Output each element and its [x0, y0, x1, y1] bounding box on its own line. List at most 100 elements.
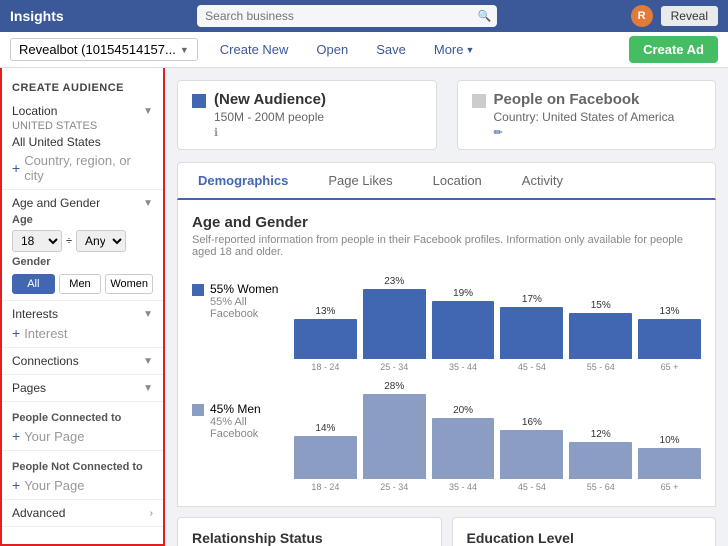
- women-legend: 55% Women 55% All Facebook: [192, 272, 282, 320]
- interest-add[interactable]: + Interest: [12, 325, 153, 341]
- people-on-fb-card: People on Facebook Country: United State…: [457, 80, 717, 150]
- chevron-right-icon: ›: [150, 508, 153, 519]
- location-label: Location: [12, 104, 57, 118]
- bar-label: 65 +: [661, 482, 679, 492]
- bar: [432, 418, 495, 479]
- bar-item: 14% 18 - 24: [294, 423, 357, 492]
- tab-page-likes[interactable]: Page Likes: [308, 163, 412, 200]
- men-legend: 45% Men 45% All Facebook: [192, 392, 282, 440]
- search-icon: 🔍: [477, 10, 491, 23]
- gender-all-button[interactable]: All: [12, 274, 55, 294]
- chevron-down-icon: ▼: [466, 45, 475, 55]
- your-page-not-add[interactable]: + Your Page: [12, 477, 153, 493]
- men-chart-group: 45% Men 45% All Facebook 14% 18 - 24 28%…: [192, 392, 701, 492]
- bottom-row: Relationship Status Self-reported data f…: [177, 517, 716, 546]
- content-area: (New Audience) 150M - 200M people ℹ Peop…: [165, 68, 728, 546]
- top-nav-actions: R Reveal: [631, 5, 718, 27]
- more-button[interactable]: More ▼: [428, 38, 481, 61]
- people-color-box: [472, 94, 486, 108]
- bar-item: 28% 25 - 34: [363, 381, 426, 492]
- create-new-button[interactable]: Create New: [214, 38, 295, 61]
- age-to-select[interactable]: Any: [76, 230, 126, 252]
- age-from-select[interactable]: 18: [12, 230, 62, 252]
- bar-pct: 14%: [315, 423, 335, 434]
- pages-label: Pages: [12, 381, 46, 395]
- age-gender-desc: Self-reported information from people in…: [192, 234, 701, 258]
- search-input[interactable]: [197, 5, 497, 27]
- sidebar-section-pages: Pages ▼: [2, 375, 163, 402]
- tab-demographics[interactable]: Demographics: [178, 163, 308, 200]
- sidebar-section-people-not-connected: People Not Connected to + Your Page: [2, 451, 163, 500]
- bar-pct: 16%: [522, 417, 542, 428]
- chevron-down-icon: ▼: [143, 383, 153, 394]
- bar: [294, 319, 357, 359]
- gender-women-button[interactable]: Women: [105, 274, 153, 294]
- info-icon: ℹ: [214, 127, 218, 139]
- age-label: Age: [12, 214, 153, 226]
- audience-color-box: [192, 94, 206, 108]
- bar-item: 23% 25 - 34: [363, 276, 426, 372]
- women-color: [192, 284, 204, 296]
- advanced-label: Advanced: [12, 506, 65, 520]
- people-on-fb-label: People on Facebook: [494, 91, 675, 108]
- women-chart-group: 55% Women 55% All Facebook 13% 18 - 24 2…: [192, 272, 701, 372]
- plus-icon: +: [12, 325, 20, 341]
- education-title: Education Level: [467, 530, 702, 546]
- account-name: Revealbot (10154514157...: [19, 42, 176, 57]
- bar-label: 65 +: [661, 362, 679, 372]
- gender-men-button[interactable]: Men: [59, 274, 102, 294]
- interests-header[interactable]: Interests ▼: [12, 307, 153, 321]
- account-selector[interactable]: Revealbot (10154514157... ▼: [10, 38, 198, 61]
- pages-header[interactable]: Pages ▼: [12, 381, 153, 395]
- bar-label: 35 - 44: [449, 482, 477, 492]
- bar-label: 55 - 64: [587, 362, 615, 372]
- bar-item: 13% 65 +: [638, 306, 701, 372]
- bar: [569, 313, 632, 359]
- connections-header[interactable]: Connections ▼: [12, 354, 153, 368]
- gender-label: Gender: [12, 256, 153, 268]
- bar-item: 13% 18 - 24: [294, 306, 357, 372]
- bar-item: 20% 35 - 44: [432, 405, 495, 492]
- plus-icon: +: [12, 428, 20, 444]
- new-audience-card: (New Audience) 150M - 200M people ℹ: [177, 80, 437, 150]
- audience-size: 150M - 200M people: [214, 110, 326, 124]
- advanced-header[interactable]: Advanced ›: [12, 506, 153, 520]
- sidebar-title: CREATE AUDIENCE: [2, 76, 163, 98]
- people-connected-label: People Connected to: [12, 412, 153, 424]
- tab-location[interactable]: Location: [413, 163, 502, 200]
- edit-link[interactable]: ✏: [494, 127, 503, 139]
- bar-pct: 23%: [384, 276, 404, 287]
- bar: [638, 319, 701, 359]
- bar-label: 18 - 24: [311, 362, 339, 372]
- location-header[interactable]: Location ▼: [12, 104, 153, 118]
- tab-activity[interactable]: Activity: [502, 163, 583, 200]
- plus-icon: +: [12, 477, 20, 493]
- relationship-status-card: Relationship Status Self-reported data f…: [177, 517, 442, 546]
- bar-label: 25 - 34: [380, 482, 408, 492]
- sidebar-section-age-gender: Age and Gender ▼ Age 18 ÷ Any Gender All…: [2, 190, 163, 301]
- relationship-title: Relationship Status: [192, 530, 427, 546]
- open-button[interactable]: Open: [310, 38, 354, 61]
- create-ad-button[interactable]: Create Ad: [629, 36, 718, 63]
- bar-item: 12% 55 - 64: [569, 429, 632, 492]
- bar-pct: 28%: [384, 381, 404, 392]
- chevron-down-icon: ▼: [180, 45, 189, 55]
- age-gender-header[interactable]: Age and Gender ▼: [12, 196, 153, 210]
- women-bars: 13% 18 - 24 23% 25 - 34 19% 35 - 44 17% …: [294, 272, 701, 372]
- bar-item: 15% 55 - 64: [569, 300, 632, 372]
- sidebar-section-connections: Connections ▼: [2, 348, 163, 375]
- sidebar-section-location: Location ▼ UNITED STATES All United Stat…: [2, 98, 163, 190]
- location-add[interactable]: + Country, region, or city: [12, 153, 153, 183]
- connections-label: Connections: [12, 354, 79, 368]
- age-row: 18 ÷ Any: [12, 230, 153, 252]
- bar-label: 18 - 24: [311, 482, 339, 492]
- second-nav: Revealbot (10154514157... ▼ Create New O…: [0, 32, 728, 68]
- save-button[interactable]: Save: [370, 38, 412, 61]
- top-nav: Insights 🔍 R Reveal: [0, 0, 728, 32]
- reveal-button[interactable]: Reveal: [661, 6, 718, 26]
- your-page-add[interactable]: + Your Page: [12, 428, 153, 444]
- bar: [500, 430, 563, 479]
- men-label: 45% Men: [210, 402, 282, 416]
- audience-name: (New Audience): [214, 91, 326, 108]
- tabs-row: Demographics Page Likes Location Activit…: [177, 162, 716, 200]
